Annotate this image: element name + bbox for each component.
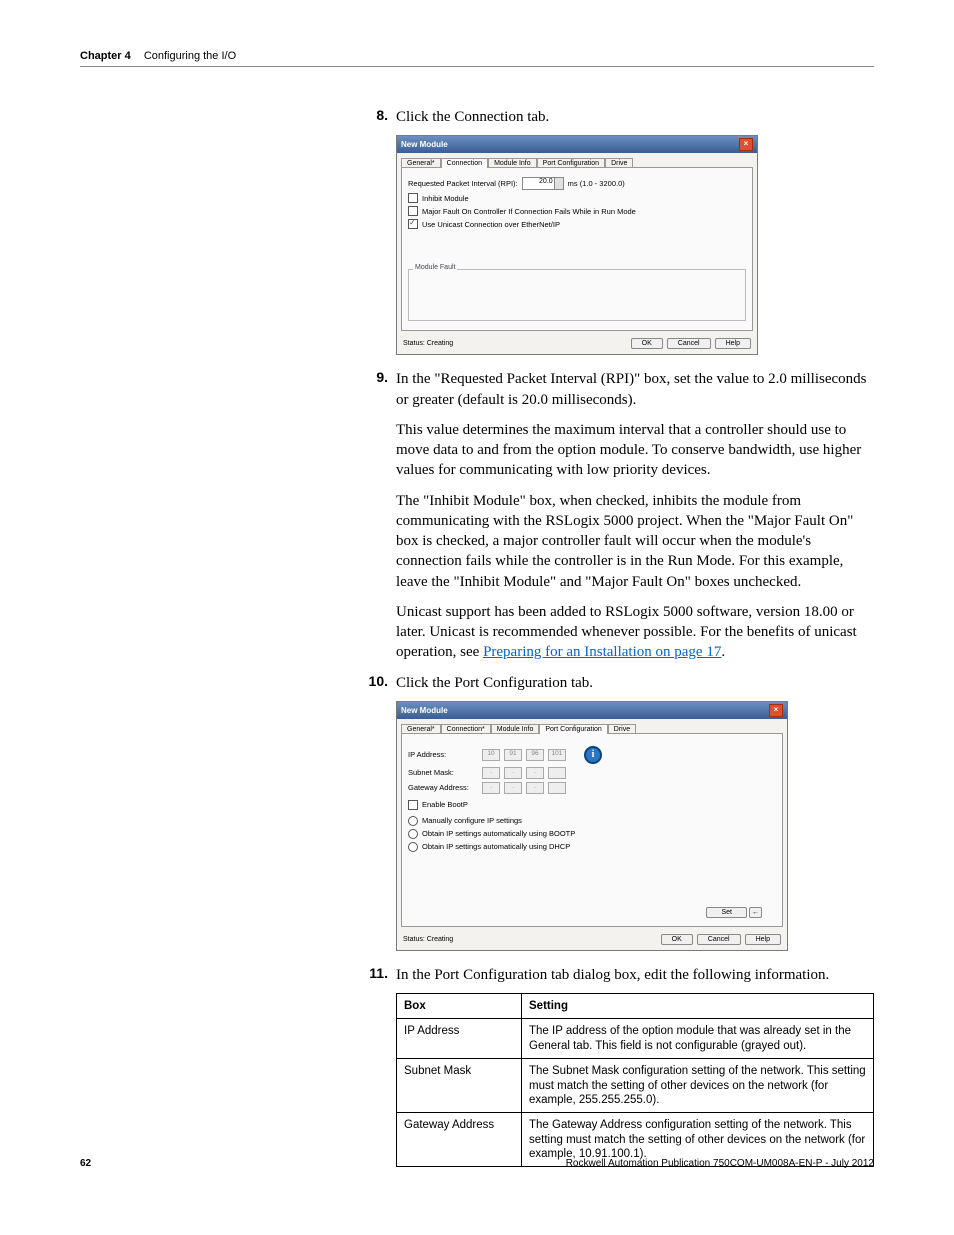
paragraph: This value determines the maximum interv…	[396, 420, 874, 481]
paragraph: The "Inhibit Module" box, when checked, …	[396, 491, 874, 592]
subnet-octet[interactable]: .	[526, 767, 544, 779]
step-11: 11. In the Port Configuration tab dialog…	[360, 965, 874, 985]
dhcp-label: Obtain IP settings automatically using D…	[422, 842, 570, 851]
page-footer: 62 Rockwell Automation Publication 750CO…	[80, 1158, 874, 1169]
unicast-label: Use Unicast Connection over EtherNet/IP	[422, 220, 560, 229]
content-column: 8. Click the Connection tab. New Module …	[360, 107, 874, 1167]
table-header-row: Box Setting	[397, 994, 874, 1019]
major-fault-checkbox[interactable]	[408, 206, 418, 216]
new-module-dialog-connection: New Module × General* Connection Module …	[396, 135, 758, 355]
unicast-checkbox[interactable]	[408, 219, 418, 229]
step-10: 10. Click the Port Configuration tab.	[360, 673, 874, 693]
ip-octet-1: 10	[482, 749, 500, 761]
step-number: 10.	[360, 673, 396, 693]
gateway-address-label: Gateway Address:	[408, 783, 478, 792]
ip-octet-4: 101	[548, 749, 566, 761]
chapter-title: Configuring the I/O	[144, 50, 236, 62]
manual-ip-label: Manually configure IP settings	[422, 816, 522, 825]
set-button[interactable]: Set	[706, 907, 747, 918]
dialog-title: New Module	[401, 140, 448, 149]
dialog-footer: Status: Creating OK Cancel Help	[397, 335, 757, 354]
step-text: Click the Connection tab.	[396, 107, 549, 127]
dialog-tabs: General* Connection* Module Info Port Co…	[401, 723, 783, 733]
gateway-octet[interactable]: .	[526, 782, 544, 794]
status-text: Status: Creating	[403, 936, 453, 943]
subnet-mask-label: Subnet Mask:	[408, 768, 478, 777]
close-icon[interactable]: ×	[739, 138, 753, 151]
help-button[interactable]: Help	[745, 934, 781, 945]
step-text: In the "Requested Packet Interval (RPI)"…	[396, 369, 874, 410]
step-8: 8. Click the Connection tab.	[360, 107, 874, 127]
inhibit-module-label: Inhibit Module	[422, 194, 469, 203]
table-cell-box: Subnet Mask	[397, 1059, 522, 1113]
preparing-installation-link[interactable]: Preparing for an Installation on page 17	[483, 644, 721, 660]
major-fault-label: Major Fault On Controller If Connection …	[422, 207, 636, 216]
ip-octet-3: 96	[526, 749, 544, 761]
gateway-octet[interactable]: .	[482, 782, 500, 794]
step-number: 8.	[360, 107, 396, 127]
chapter-label: Chapter 4	[80, 50, 131, 62]
page-header: Chapter 4 Configuring the I/O	[80, 50, 874, 67]
ip-octet-2: 91	[504, 749, 522, 761]
dialog-titlebar: New Module ×	[397, 702, 787, 719]
enable-bootp-checkbox[interactable]	[408, 800, 418, 810]
dialog-tabs: General* Connection Module Info Port Con…	[401, 157, 753, 167]
table-row: IP Address The IP address of the option …	[397, 1019, 874, 1059]
status-text: Status: Creating	[403, 340, 453, 347]
bootp-label: Obtain IP settings automatically using B…	[422, 829, 575, 838]
info-icon[interactable]: i	[584, 746, 602, 764]
set-arrow-button[interactable]: ←	[749, 907, 762, 918]
dialog-body: Requested Packet Interval (RPI): 20.0 ms…	[401, 167, 753, 331]
cancel-button[interactable]: Cancel	[667, 338, 711, 349]
table-cell-box: IP Address	[397, 1019, 522, 1059]
ip-address-label: IP Address:	[408, 750, 478, 759]
step-number: 9.	[360, 369, 396, 410]
ok-button[interactable]: OK	[631, 338, 663, 349]
enable-bootp-label: Enable BootP	[422, 800, 468, 809]
step-text: In the Port Configuration tab dialog box…	[396, 965, 829, 985]
dialog-titlebar: New Module ×	[397, 136, 757, 153]
table-row: Subnet Mask The Subnet Mask configuratio…	[397, 1059, 874, 1113]
subnet-octet[interactable]	[548, 767, 566, 779]
gateway-octet[interactable]	[548, 782, 566, 794]
step-text: Click the Port Configuration tab.	[396, 673, 593, 693]
ok-button[interactable]: OK	[661, 934, 693, 945]
help-button[interactable]: Help	[715, 338, 751, 349]
rpi-input[interactable]: 20.0	[522, 177, 564, 190]
dhcp-radio[interactable]	[408, 842, 418, 852]
table-header-box: Box	[397, 994, 522, 1019]
table-header-setting: Setting	[522, 994, 874, 1019]
dialog-footer: Status: Creating OK Cancel Help	[397, 931, 787, 950]
tab-connection[interactable]: Connection	[441, 158, 488, 168]
table-cell-setting: The Subnet Mask configuration setting of…	[522, 1059, 874, 1113]
rpi-unit: ms (1.0 - 3200.0)	[568, 179, 625, 188]
paragraph: Unicast support has been added to RSLogi…	[396, 602, 874, 663]
subnet-octet[interactable]: .	[482, 767, 500, 779]
module-fault-fieldset: Module Fault	[408, 269, 746, 321]
rpi-label: Requested Packet Interval (RPI):	[408, 179, 518, 188]
cancel-button[interactable]: Cancel	[697, 934, 741, 945]
bootp-radio[interactable]	[408, 829, 418, 839]
page-number: 62	[80, 1158, 91, 1169]
step-number: 11.	[360, 965, 396, 985]
tab-port-configuration[interactable]: Port Configuration	[539, 724, 607, 734]
gateway-octet[interactable]: .	[504, 782, 522, 794]
paragraph-text: .	[721, 644, 725, 660]
manual-ip-radio[interactable]	[408, 816, 418, 826]
module-fault-label: Module Fault	[413, 264, 457, 271]
table-cell-setting: The IP address of the option module that…	[522, 1019, 874, 1059]
step-9: 9. In the "Requested Packet Interval (RP…	[360, 369, 874, 410]
publication-id: Rockwell Automation Publication 750COM-U…	[566, 1158, 874, 1169]
settings-table: Box Setting IP Address The IP address of…	[396, 993, 874, 1167]
subnet-octet[interactable]: .	[504, 767, 522, 779]
inhibit-module-checkbox[interactable]	[408, 193, 418, 203]
dialog-body: IP Address: 10 91 96 101 i Subnet Mask: …	[401, 733, 783, 927]
dialog-title: New Module	[401, 706, 448, 715]
new-module-dialog-port-config: New Module × General* Connection* Module…	[396, 701, 788, 951]
close-icon[interactable]: ×	[769, 704, 783, 717]
